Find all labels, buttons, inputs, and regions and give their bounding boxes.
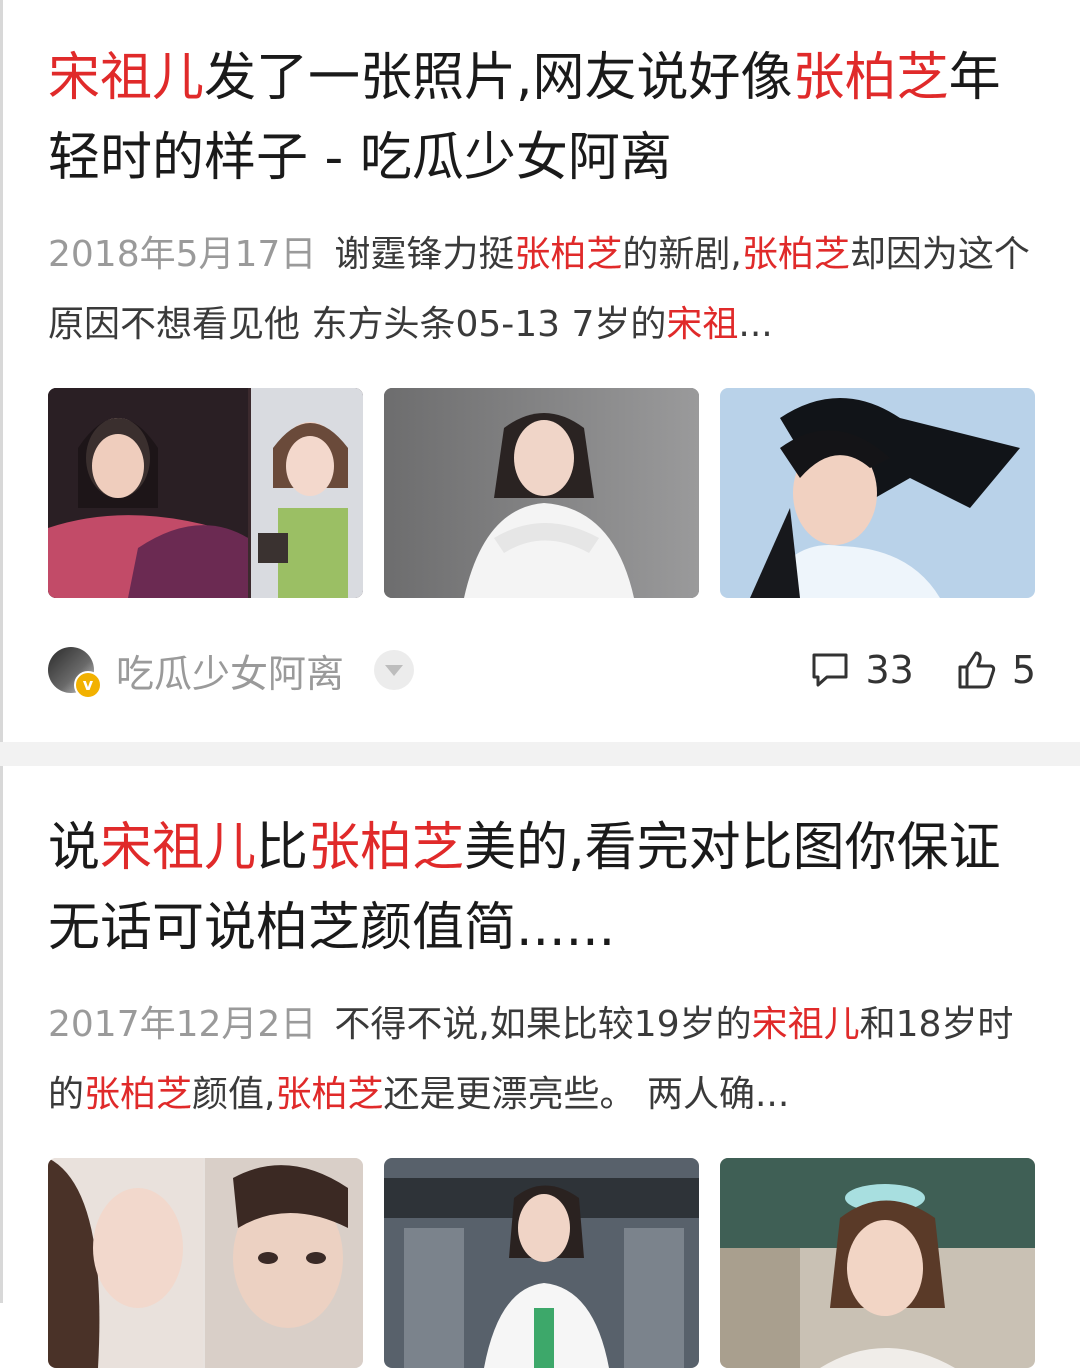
highlighted-keyword: 宋祖 [666,304,739,345]
comment-icon [812,653,848,687]
thumbnail-row [48,388,1036,598]
card-date: 2018年5月17日 [48,234,317,275]
card-divider [0,742,1080,766]
highlighted-keyword: 张柏芝 [84,1074,193,1115]
card-title[interactable]: 宋祖儿发了一张照片,网友说好像张柏芝年轻时的样子 - 吃瓜少女阿离 [48,38,1036,198]
text-segment: 比 [256,818,309,878]
highlighted-keyword: 张柏芝 [514,234,623,275]
text-segment: ... [738,304,773,345]
card-meta: v 吃瓜少女阿离 33 5 [48,634,1036,706]
text-segment: 的新剧, [622,234,742,275]
highlighted-keyword: 张柏芝 [741,234,850,275]
comment-count-button[interactable]: 33 [809,648,914,692]
highlighted-keyword: 张柏芝 [308,818,465,878]
like-count-button[interactable]: 5 [956,648,1036,692]
highlighted-keyword: 宋祖儿 [48,48,205,108]
text-segment: 说 [48,818,101,878]
comment-count: 33 [865,648,914,692]
card-snippet[interactable]: 2017年12月2日 不得不说,如果比较19岁的宋祖儿和18岁时的张柏芝颜值,张柏… [48,990,1036,1130]
card-stats: 33 5 [809,634,1036,706]
text-segment: 谢霆锋力挺 [334,234,515,275]
highlighted-keyword: 宋祖儿 [100,818,257,878]
highlighted-keyword: 张柏芝 [275,1074,384,1115]
text-segment: 不得不说,如果比较19岁的 [334,1004,752,1045]
thumbnail-image[interactable] [720,388,1035,598]
thumbnail-image[interactable] [384,388,699,598]
thumbnail-image[interactable] [720,1158,1035,1368]
thumbs-up-icon [958,651,995,689]
text-segment: 还是更漂亮些。 两人确... [383,1074,790,1115]
page-left-edge [0,0,3,1303]
verified-badge-icon: v [74,671,102,699]
text-segment: 颜值, [192,1074,276,1115]
card-snippet[interactable]: 2018年5月17日 谢霆锋力挺张柏芝的新剧,张柏芝却因为这个原因不想看见他 东方… [48,220,1036,360]
news-card[interactable]: 说宋祖儿比张柏芝美的,看完对比图你保证无话可说柏芝颜值简...... 2017年… [48,808,1036,1368]
thumbnail-image[interactable] [384,1158,699,1368]
text-segment: 发了一张照片,网友说好像 [204,48,793,108]
author-name[interactable]: 吃瓜少女阿离 [116,643,344,698]
chevron-down-icon[interactable] [374,650,415,690]
highlighted-keyword: 宋祖儿 [751,1004,860,1045]
avatar[interactable]: v [48,647,102,699]
card-title[interactable]: 说宋祖儿比张柏芝美的,看完对比图你保证无话可说柏芝颜值简...... [48,808,1036,968]
news-card[interactable]: 宋祖儿发了一张照片,网友说好像张柏芝年轻时的样子 - 吃瓜少女阿离 2018年5… [48,38,1036,706]
card-date: 2017年12月2日 [48,1004,317,1045]
highlighted-keyword: 张柏芝 [792,48,949,108]
like-count: 5 [1011,648,1036,692]
thumbnail-image[interactable] [48,388,363,598]
thumbnail-row [48,1158,1036,1368]
thumbnail-image[interactable] [48,1158,363,1368]
